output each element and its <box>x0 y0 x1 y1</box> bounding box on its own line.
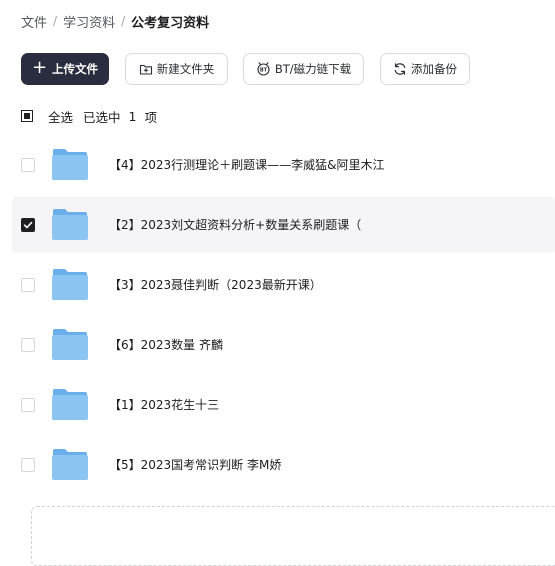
select-all-label[interactable]: 全选 <box>48 107 73 126</box>
new-folder-button-label: 新建文件夹 <box>156 62 215 76</box>
add-backup-label: 添加备份 <box>411 62 457 76</box>
svg-text:BT: BT <box>260 68 268 74</box>
upload-drop-zone[interactable] <box>31 506 555 566</box>
upload-button-label: 上传文件 <box>52 62 99 76</box>
file-name[interactable]: 【2】2023刘文超资料分析+数量关系刷题课（ <box>109 216 361 233</box>
selected-suffix: 项 <box>144 109 157 125</box>
folder-icon <box>51 148 89 185</box>
bt-magnet-download-button[interactable]: BT BT/磁力链下载 <box>243 53 364 85</box>
new-folder-icon <box>139 63 153 76</box>
file-name[interactable]: 【3】2023聂佳判断（2023最新开课） <box>109 276 322 293</box>
bt-icon: BT <box>256 62 271 76</box>
row-checkbox[interactable] <box>21 278 35 292</box>
breadcrumb-item-current: 公考复习资料 <box>131 15 210 31</box>
folder-icon <box>51 208 89 245</box>
row-checkbox[interactable] <box>21 458 35 472</box>
breadcrumb-separator: / <box>53 14 58 28</box>
file-name[interactable]: 【1】2023花生十三 <box>109 396 219 413</box>
folder-icon <box>51 328 89 365</box>
file-name[interactable]: 【6】2023数量 齐麟 <box>109 336 223 353</box>
breadcrumb-item-files[interactable]: 文件 <box>21 12 47 31</box>
selection-bar: 全选 已选中 1 项 <box>21 106 157 126</box>
checkmark-icon <box>23 221 33 229</box>
folder-icon <box>51 448 89 485</box>
file-row[interactable]: 【5】2023国考常识判断 李M娇 <box>12 437 555 493</box>
new-folder-button[interactable]: 新建文件夹 <box>125 53 228 85</box>
file-name[interactable]: 【4】2023行测理论＋刷题课——李威猛&阿里木江 <box>109 156 385 173</box>
breadcrumb-item-study-materials[interactable]: 学习资料 <box>63 12 115 31</box>
select-all-checkbox[interactable] <box>21 110 33 122</box>
sync-icon <box>393 62 407 76</box>
row-checkbox[interactable] <box>21 158 35 172</box>
folder-icon <box>51 388 89 425</box>
bt-magnet-download-label: BT/磁力链下载 <box>274 62 352 76</box>
selected-prefix: 已选中 <box>83 109 121 125</box>
file-name[interactable]: 【5】2023国考常识判断 李M娇 <box>109 456 281 473</box>
file-row[interactable]: 【6】2023数量 齐麟 <box>12 317 555 373</box>
file-row[interactable]: 【1】2023花生十三 <box>12 377 555 433</box>
upload-button[interactable]: + 上传文件 <box>21 53 109 85</box>
partial-selection-indicator <box>24 113 30 119</box>
file-row[interactable]: 【2】2023刘文超资料分析+数量关系刷题课（ <box>12 197 555 253</box>
breadcrumb: 文件 / 学习资料 / 公考复习资料 <box>21 11 209 31</box>
plus-icon: + <box>31 57 48 78</box>
folder-icon <box>51 268 89 305</box>
breadcrumb-separator: / <box>121 14 126 28</box>
file-list: 【4】2023行测理论＋刷题课——李威猛&阿里木江 【2】2023刘文超资料分析… <box>12 137 555 497</box>
row-checkbox-checked[interactable] <box>21 218 35 232</box>
add-backup-button[interactable]: 添加备份 <box>380 53 470 85</box>
file-row[interactable]: 【3】2023聂佳判断（2023最新开课） <box>12 257 555 313</box>
file-row[interactable]: 【4】2023行测理论＋刷题课——李威猛&阿里木江 <box>12 137 555 193</box>
selected-count: 1 <box>128 108 137 124</box>
row-checkbox[interactable] <box>21 398 35 412</box>
row-checkbox[interactable] <box>21 338 35 352</box>
